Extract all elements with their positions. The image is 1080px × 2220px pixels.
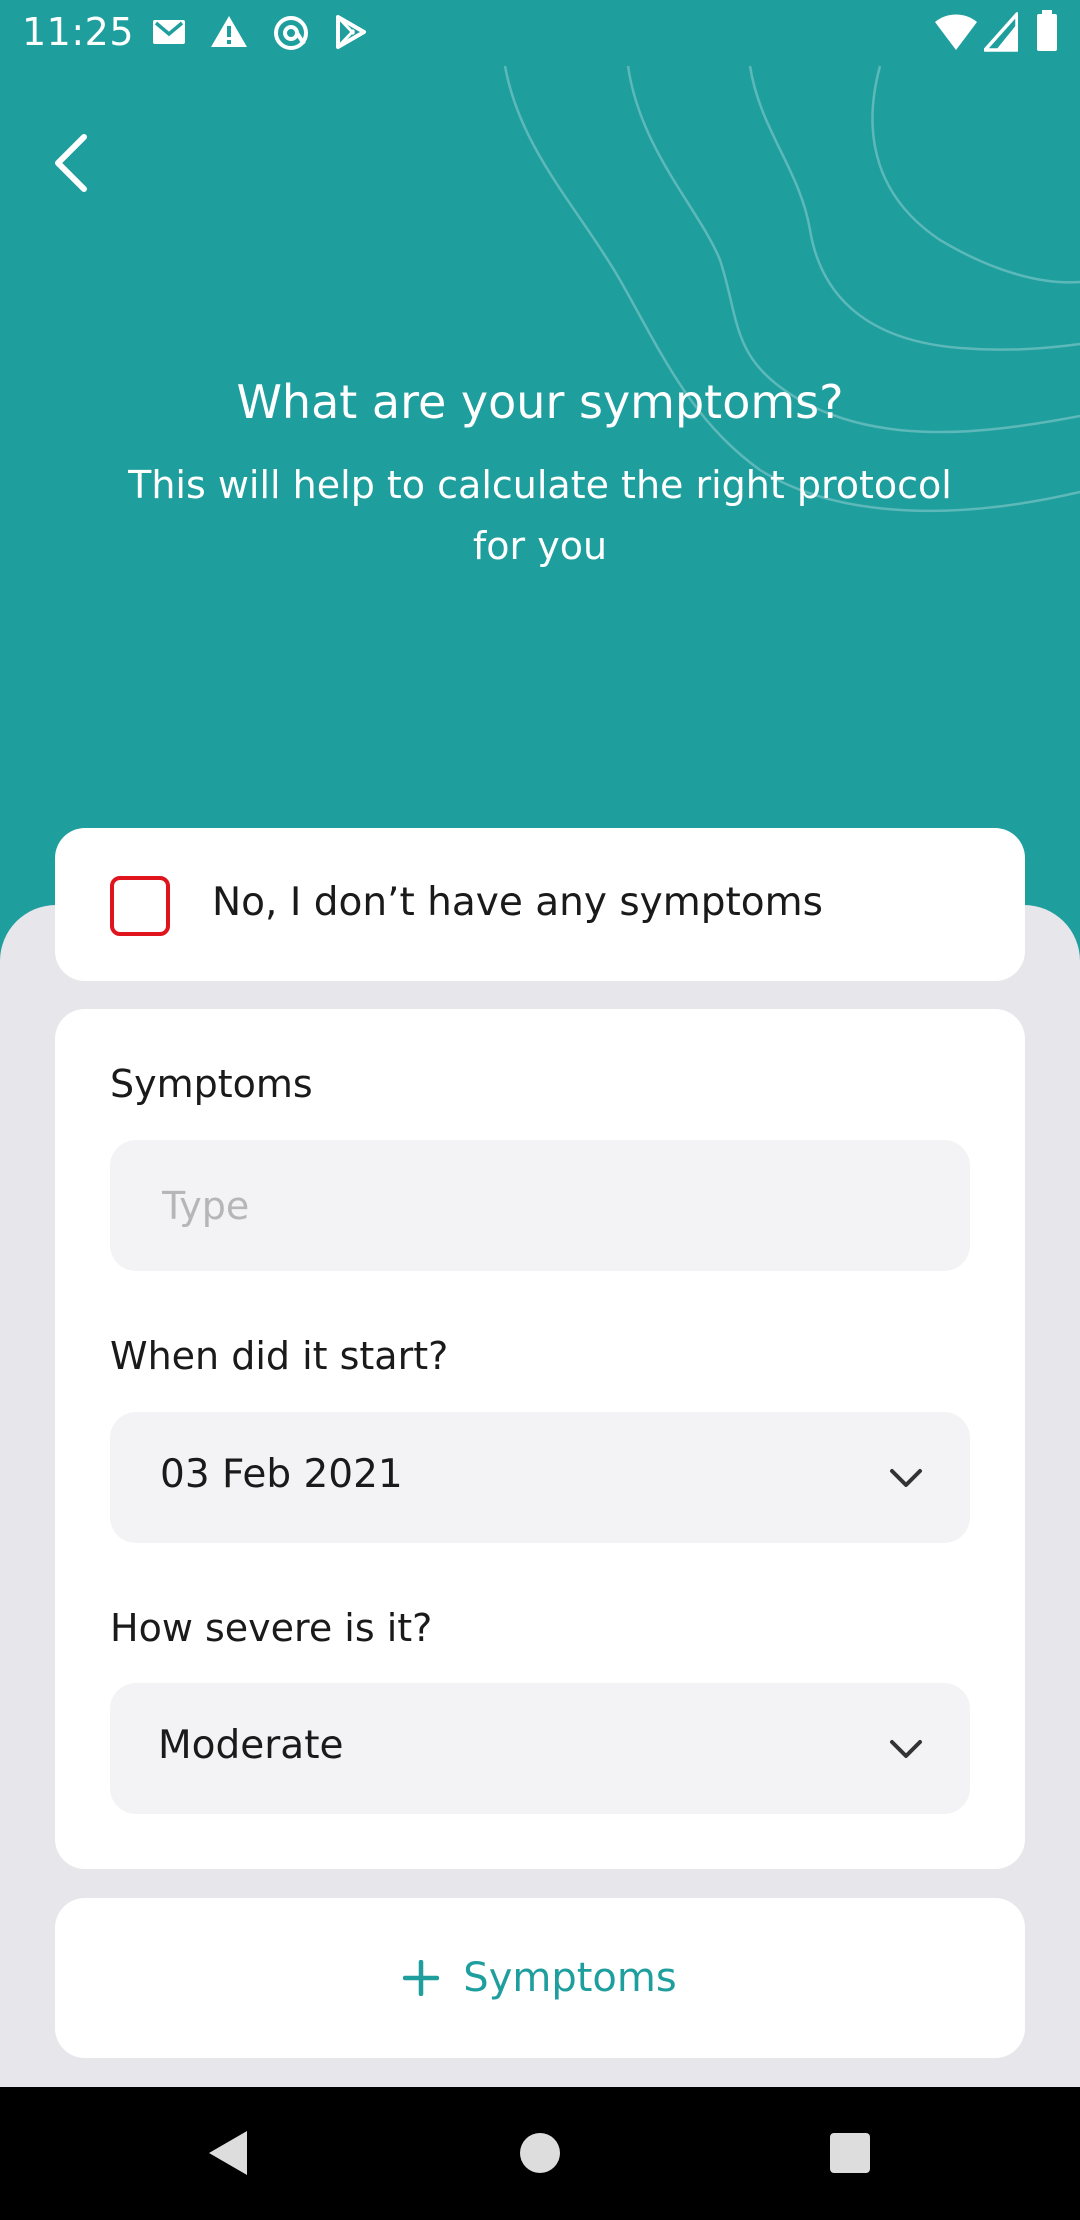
chevron-down-icon <box>890 1740 922 1758</box>
add-symptom-button[interactable]: Symptoms <box>55 1898 1025 2058</box>
no-symptoms-label: No, I don’t have any symptoms <box>212 880 823 925</box>
at-sign-icon <box>274 16 308 50</box>
no-symptoms-option[interactable]: No, I don’t have any symptoms <box>55 828 1025 981</box>
back-triangle-icon <box>209 2131 247 2175</box>
nav-home-button[interactable] <box>510 2123 570 2183</box>
nav-back-button[interactable] <box>198 2123 258 2183</box>
symptoms-field[interactable] <box>110 1140 970 1271</box>
wifi-icon <box>935 14 977 50</box>
page-title: What are your symptoms? <box>236 375 844 429</box>
symptoms-field-label: Symptoms <box>110 1062 313 1106</box>
mail-icon <box>153 20 185 44</box>
chevron-down-icon <box>890 1469 922 1487</box>
symptoms-input[interactable] <box>110 1140 970 1271</box>
status-bar: 11:25 <box>0 0 1080 66</box>
no-symptoms-checkbox[interactable] <box>110 876 170 936</box>
home-circle-icon <box>520 2133 560 2173</box>
add-symptom-content: Symptoms <box>403 1955 677 2001</box>
severity-value: Moderate <box>158 1723 344 1768</box>
page-subtitle: This will help to calculate the right pr… <box>128 463 952 568</box>
play-store-icon <box>336 15 366 49</box>
recents-square-icon <box>830 2133 870 2173</box>
plus-icon <box>403 1960 440 1996</box>
battery-icon <box>1037 10 1057 51</box>
symptom-form-card: Symptoms When did it start? 03 Feb 2021 … <box>55 1009 1025 1869</box>
add-symptom-label: Symptoms <box>463 1955 677 2001</box>
warning-icon <box>211 16 247 47</box>
status-time: 11:25 <box>22 10 135 54</box>
chevron-left-icon <box>55 134 87 192</box>
nav-recents-button[interactable] <box>820 2123 880 2183</box>
signal-icon <box>984 12 1018 52</box>
start-date-label: When did it start? <box>110 1334 449 1378</box>
back-button[interactable] <box>50 118 130 208</box>
start-date-value: 03 Feb 2021 <box>160 1452 403 1497</box>
navigation-bar <box>0 2087 1080 2220</box>
severity-label: How severe is it? <box>110 1606 433 1650</box>
severity-dropdown[interactable]: Moderate <box>110 1683 970 1814</box>
start-date-dropdown[interactable]: 03 Feb 2021 <box>110 1412 970 1543</box>
header: What are your symptoms? This will help t… <box>0 0 1080 910</box>
